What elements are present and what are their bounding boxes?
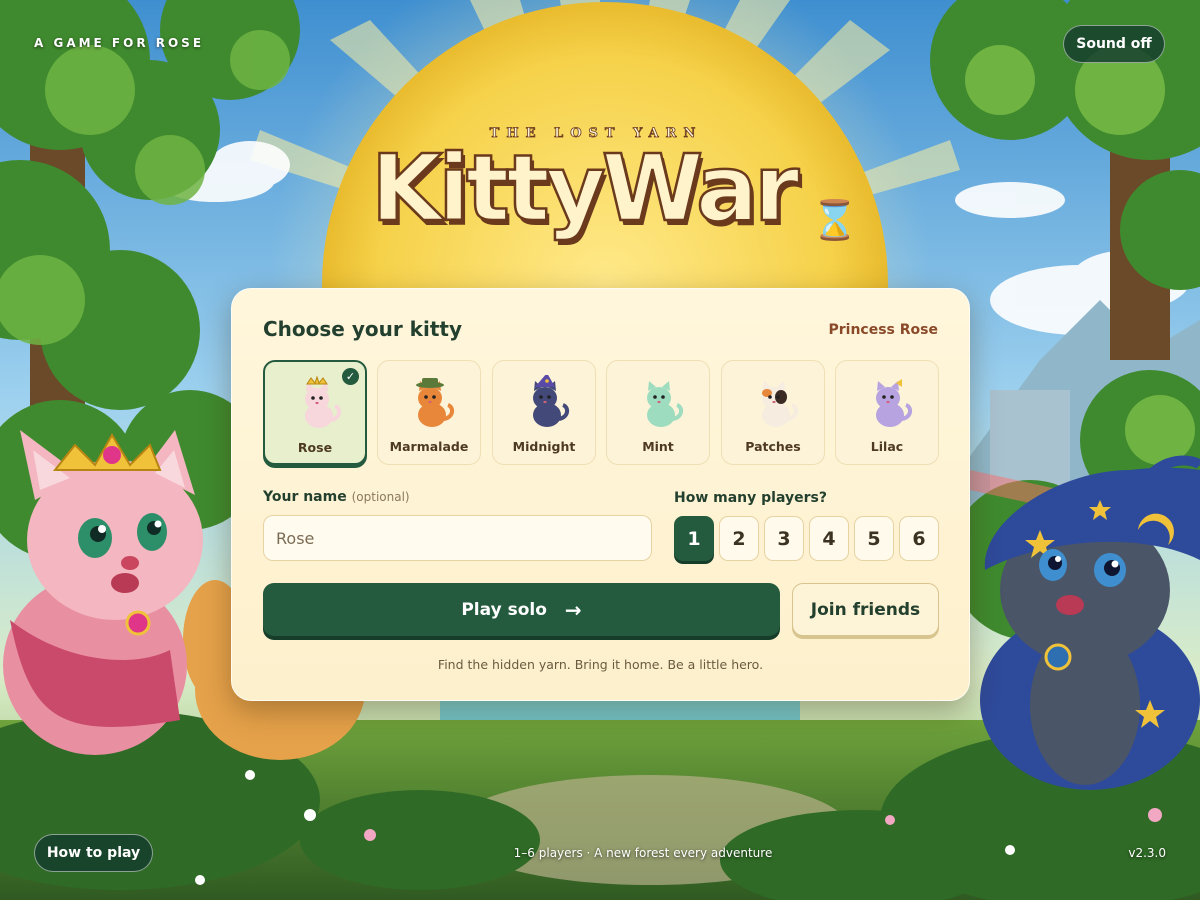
cat-icon [647,381,684,427]
kitty-name: Midnight [512,439,576,454]
kitty-picker: Rose ✓ Marmalade Midnight Mint Patches Lilac [263,360,939,465]
kitty-name: Rose [297,440,333,455]
kitty-option-rose[interactable]: Rose ✓ [263,360,367,465]
kitty-name: Patches [745,439,801,454]
player-count-1-button[interactable]: 1 [674,516,714,561]
arrow-right-icon: → [564,597,582,622]
join-friends-button[interactable]: Join friends [792,583,939,636]
kitty-name: Mint [642,439,674,454]
sound-toggle-button[interactable]: Sound off [1063,25,1165,63]
cat-with-wizard-hat-icon [533,375,570,427]
name-label: Your name (optional) [263,489,410,505]
play-solo-button[interactable]: Play solo → [263,583,780,636]
player-count-4-button[interactable]: 4 [809,516,849,561]
players-label: How many players? [674,490,827,506]
setup-card: Choose your kitty Princess Rose Rose ✓ Mar… [231,288,970,701]
checkmark-icon: ✓ [342,368,359,385]
calico-cat-icon [762,381,799,427]
name-optional-hint: (optional) [351,490,410,504]
hint-text: Find the hidden yarn. Bring it home. Be … [437,657,764,672]
hourglass-icon: ⌛ [810,197,859,243]
kitty-option-marmalade[interactable]: Marmalade [377,360,481,465]
player-name-tag: Princess Rose [828,322,939,338]
kitty-option-mint[interactable]: Mint [606,360,710,465]
cat-with-hat-icon [416,378,455,427]
kitty-option-midnight[interactable]: Midnight [492,360,596,465]
player-count-3-button[interactable]: 3 [764,516,804,561]
player-count-6-button[interactable]: 6 [899,516,939,561]
name-input[interactable] [263,515,652,561]
name-label-text: Your name [263,489,347,505]
player-count-5-button[interactable]: 5 [854,516,894,561]
kitty-option-patches[interactable]: Patches [721,360,825,465]
kitty-option-lilac[interactable]: Lilac [835,360,939,465]
game-title: KittyWar [370,134,801,242]
cat-with-crown-icon [305,376,342,428]
choose-kitty-heading: Choose your kitty [263,317,462,341]
player-count-2-button[interactable]: 2 [719,516,759,561]
tagline: A GAME FOR ROSE [34,36,205,50]
cat-with-bow-icon [876,379,913,427]
player-info: 1–6 players · A new forest every adventu… [513,846,773,860]
version-label: v2.3.0 [1128,846,1166,860]
kitty-name: Marmalade [389,439,469,454]
play-solo-label: Play solo [461,599,547,620]
kitty-name: Lilac [870,439,904,454]
